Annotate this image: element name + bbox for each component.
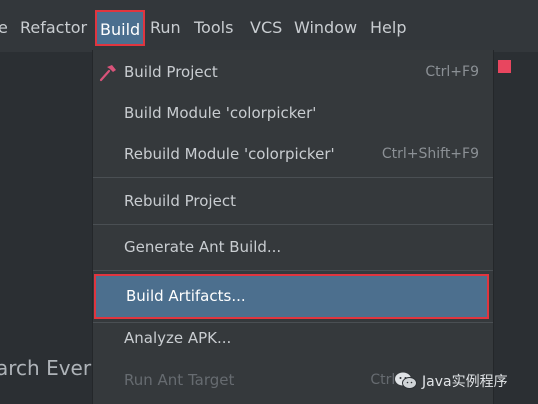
menu-tools[interactable]: Tools [194, 15, 233, 41]
rebuild-module-item[interactable]: Rebuild Module 'colorpicker' Ctrl+Shift+… [93, 134, 493, 174]
menu-run[interactable]: Run [150, 15, 181, 41]
hammer-icon [99, 65, 116, 82]
build-project-label: Build Project [124, 63, 218, 81]
menu-vcs[interactable]: VCS [250, 15, 282, 41]
build-project-item[interactable]: Build Project Ctrl+F9 [93, 52, 493, 92]
generate-ant-build-item[interactable]: Generate Ant Build... [93, 227, 493, 267]
build-module-label: Build Module 'colorpicker' [124, 104, 317, 122]
menu-separator [93, 224, 493, 225]
menu-refactor[interactable]: Refactor [20, 15, 87, 41]
search-everywhere-hint: arch Every [0, 356, 103, 380]
wechat-icon [395, 372, 417, 389]
build-dropdown-menu: Build Project Ctrl+F9 Build Module 'colo… [92, 50, 494, 404]
run-ant-target-label: Run Ant Target [124, 371, 235, 389]
menu-window[interactable]: Window [294, 15, 357, 41]
generate-ant-build-label: Generate Ant Build... [124, 238, 282, 256]
rebuild-module-shortcut: Ctrl+Shift+F9 [381, 146, 479, 162]
build-artifacts-label: Build Artifacts... [126, 287, 246, 305]
rebuild-project-item[interactable]: Rebuild Project [93, 181, 493, 221]
analyze-apk-label: Analyze APK... [124, 329, 232, 347]
menu-build[interactable]: Build [95, 10, 146, 46]
build-artifacts-item[interactable]: Build Artifacts... [94, 274, 489, 319]
rebuild-project-label: Rebuild Project [124, 192, 236, 210]
watermark-text: Java实例程序 [422, 374, 508, 390]
menu-edit[interactable]: e [0, 15, 8, 41]
build-module-item[interactable]: Build Module 'colorpicker' [93, 93, 493, 133]
menu-bar: e Refactor Build Run Tools VCS Window He… [0, 0, 538, 52]
rebuild-module-label: Rebuild Module 'colorpicker' [124, 145, 335, 163]
watermark: Java实例程序 [394, 368, 508, 394]
menu-help[interactable]: Help [370, 15, 406, 41]
menu-separator [93, 177, 493, 178]
build-project-shortcut: Ctrl+F9 [425, 64, 479, 80]
menu-separator [93, 270, 493, 271]
stop-indicator-icon[interactable] [498, 60, 511, 73]
analyze-apk-item[interactable]: Analyze APK... [93, 318, 493, 358]
